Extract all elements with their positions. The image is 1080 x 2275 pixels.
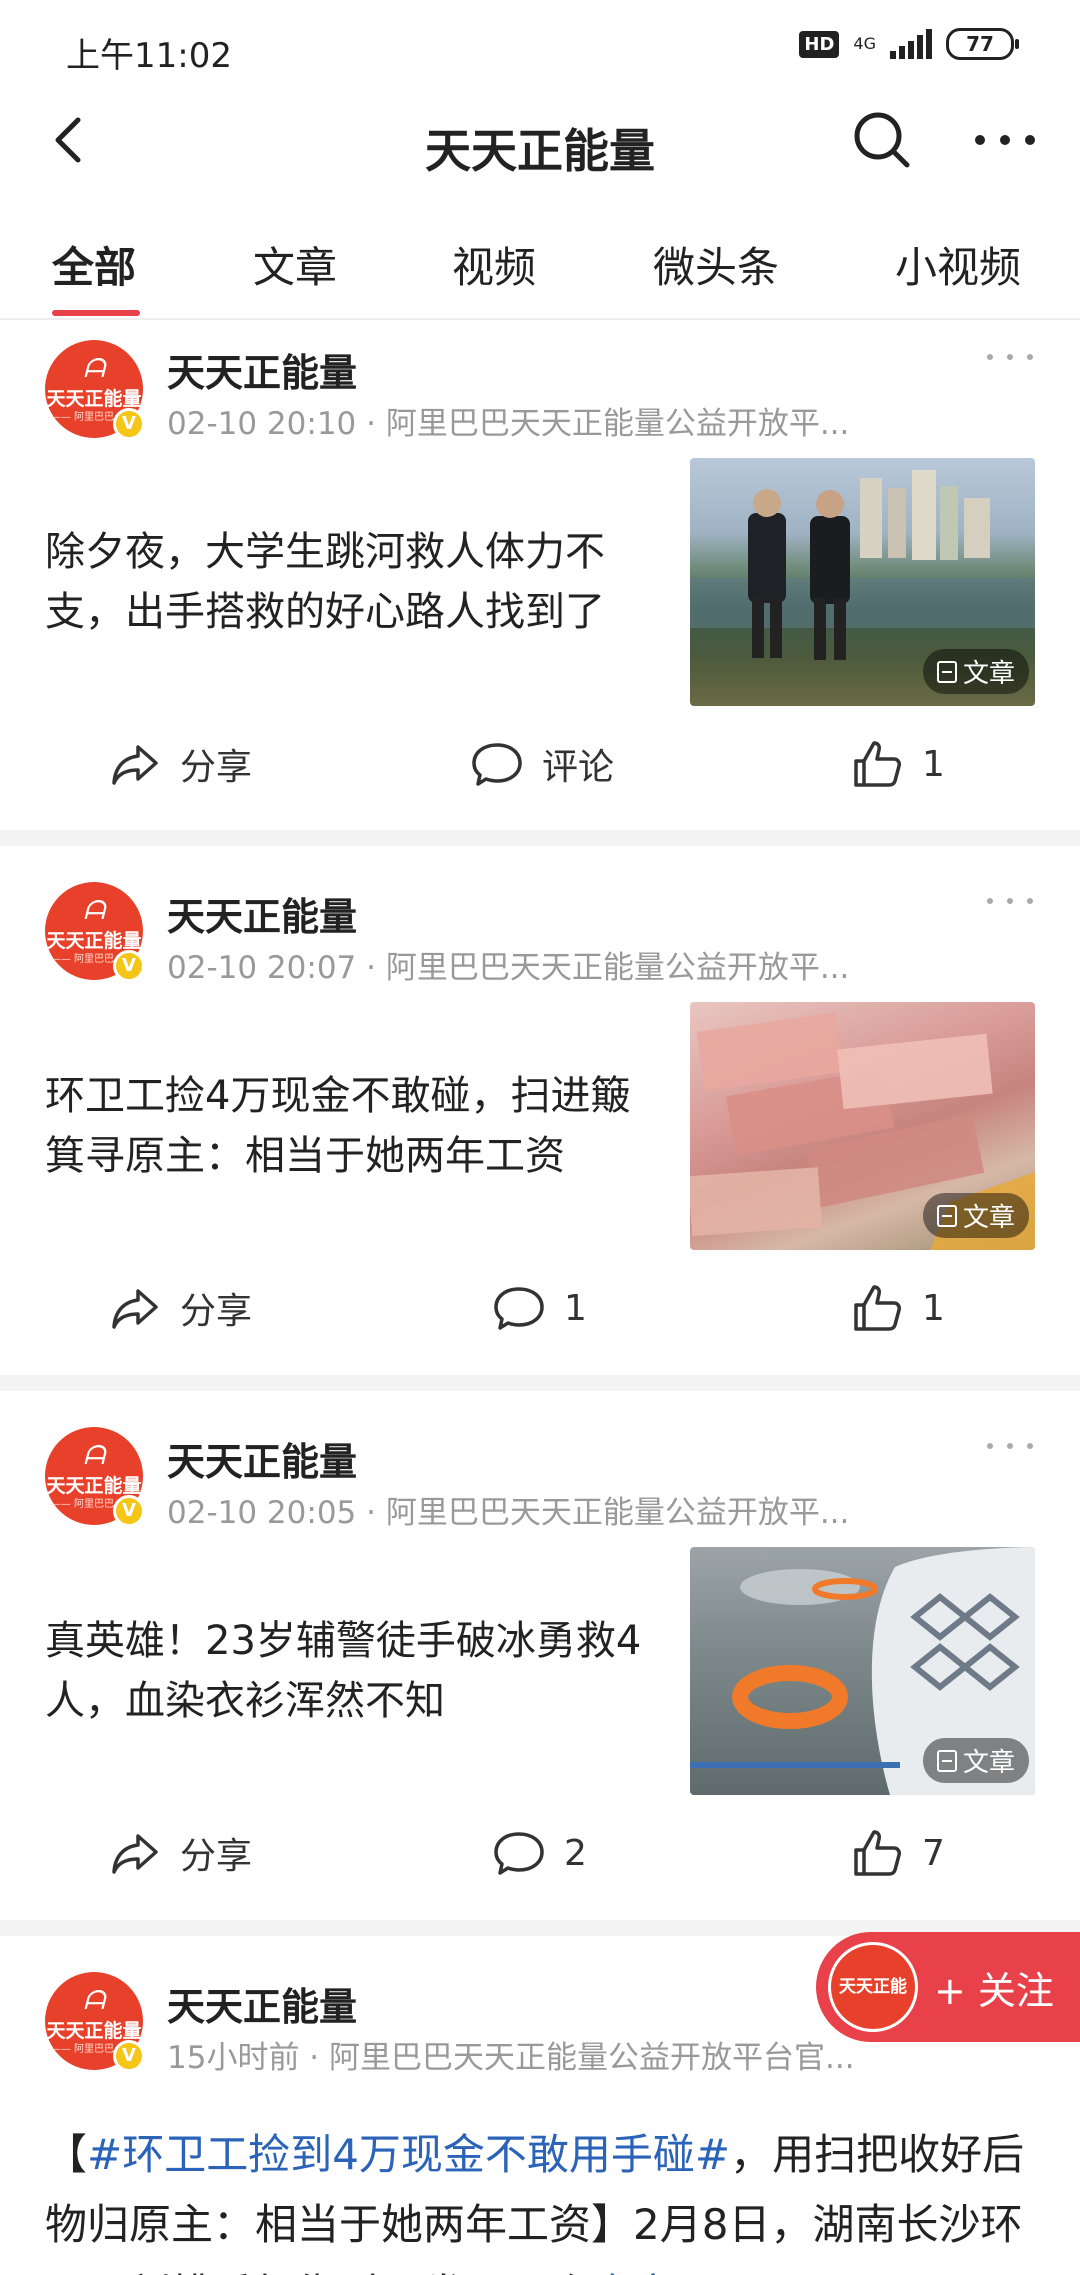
- author-name[interactable]: 天天正能量: [167, 886, 357, 941]
- micro-post-text[interactable]: 【#环卫工捡到4万现金不敢用手碰#，用扫把收好后物归原主：相当于她两年工资】2月…: [45, 2120, 1035, 2275]
- category-tabs: 全部 文章 视频 微头条 小视频: [0, 220, 1080, 320]
- more-options-button[interactable]: [970, 107, 1040, 173]
- article-thumbnail[interactable]: 文章: [690, 1547, 1035, 1795]
- article-headline[interactable]: 除夕夜，大学生跳河救人体力不支，出手搭救的好心路人找到了: [45, 522, 670, 642]
- card-more-button[interactable]: [980, 342, 1040, 372]
- card-divider: [0, 830, 1080, 846]
- more-dots-icon: [987, 354, 1033, 360]
- tab-short-videos[interactable]: 小视频: [895, 234, 1021, 295]
- hd-icon: HD: [799, 30, 840, 58]
- follow-label: + 关注: [934, 1969, 1054, 2013]
- article-type-tag: 文章: [922, 649, 1029, 694]
- active-tab-indicator: [52, 310, 140, 316]
- post-meta: 02-10 20:07 · 阿里巴巴天天正能量公益开放平...: [167, 950, 850, 986]
- status-bar: 上午11:02 HD 4G 77: [0, 0, 1080, 95]
- more-dots-icon: [987, 1443, 1033, 1449]
- like-button[interactable]: 1: [850, 724, 945, 804]
- verified-badge-icon: V: [113, 408, 145, 440]
- article-type-tag: 文章: [922, 1193, 1029, 1238]
- author-avatar[interactable]: ᗩ 天天正能量 —— 阿里巴巴 —— V: [45, 340, 145, 440]
- author-avatar[interactable]: ᗩ 天天正能量 —— 阿里巴巴 —— V: [45, 1972, 145, 2072]
- tab-videos[interactable]: 视频: [452, 234, 536, 295]
- document-icon: [936, 1204, 957, 1227]
- follow-button[interactable]: 天天正能量 + 关注: [816, 1932, 1080, 2081]
- article-headline[interactable]: 环卫工捡4万现金不敢碰，扫进簸箕寻原主：相当于她两年工资: [45, 1066, 670, 1186]
- verified-badge-icon: V: [113, 1495, 145, 1527]
- author-name[interactable]: 天天正能量: [167, 1976, 357, 2031]
- post-meta: 02-10 20:10 · 阿里巴巴天天正能量公益开放平...: [167, 406, 850, 442]
- article-thumbnail[interactable]: 文章: [690, 1002, 1035, 1250]
- document-icon: [936, 1749, 957, 1772]
- follow-avatar: 天天正能量: [828, 1942, 918, 2081]
- thumbs-up-icon: [854, 1830, 901, 1876]
- card-actions: 分享 评论 1: [0, 724, 1080, 804]
- share-icon: [112, 745, 158, 785]
- card-more-button[interactable]: [980, 886, 1040, 916]
- verified-badge-icon: V: [113, 2040, 145, 2072]
- document-icon: [936, 660, 957, 683]
- feed-card[interactable]: ᗩ 天天正能量 —— 阿里巴巴 —— V 天天正能量 02-10 20:05 ·…: [0, 1391, 1080, 1920]
- feed-card[interactable]: ᗩ 天天正能量 —— 阿里巴巴 —— V 天天正能量 02-10 20:10 ·…: [0, 322, 1080, 830]
- like-button[interactable]: 7: [850, 1813, 945, 1893]
- thumbs-up-icon: [854, 741, 901, 787]
- card-actions: 分享 1 1: [0, 1268, 1080, 1348]
- feed-card[interactable]: ᗩ 天天正能量 —— 阿里巴巴 —— V 天天正能量 02-10 20:07 ·…: [0, 846, 1080, 1375]
- back-button[interactable]: [40, 110, 100, 170]
- article-headline[interactable]: 真英雄！23岁辅警徒手破冰勇救4人，血染衣衫浑然不知: [45, 1611, 670, 1731]
- comment-icon: [494, 1832, 544, 1875]
- author-name[interactable]: 天天正能量: [167, 342, 357, 397]
- network-type-icon: 4G: [853, 34, 876, 53]
- hashtag-link[interactable]: #环卫工捡到4万现金不敢用手碰#: [87, 2130, 730, 2179]
- author-name[interactable]: 天天正能量: [167, 1431, 357, 1486]
- article-type-tag: 文章: [922, 1738, 1029, 1783]
- card-divider: [0, 1375, 1080, 1391]
- status-time: 上午11:02: [66, 36, 232, 76]
- status-icons: HD 4G 77: [799, 28, 1019, 60]
- author-avatar[interactable]: ᗩ 天天正能量 —— 阿里巴巴 —— V: [45, 882, 145, 982]
- post-meta: 15小时前 · 阿里巴巴天天正能量公益开放平台官...: [167, 2040, 855, 2076]
- tab-micro-headlines[interactable]: 微头条: [653, 234, 779, 295]
- verified-badge-icon: V: [113, 950, 145, 982]
- share-button[interactable]: 分享: [108, 724, 252, 804]
- author-avatar[interactable]: ᗩ 天天正能量 —— 阿里巴巴 —— V: [45, 1427, 145, 1527]
- share-icon: [112, 1289, 158, 1329]
- comment-icon: [472, 743, 522, 786]
- card-actions: 分享 2 7: [0, 1813, 1080, 1893]
- like-button[interactable]: 1: [850, 1268, 945, 1348]
- share-icon: [112, 1834, 158, 1874]
- more-dots-icon: [975, 135, 1035, 145]
- thumbs-up-icon: [854, 1285, 901, 1331]
- comment-button[interactable]: 1: [492, 1268, 587, 1348]
- share-button[interactable]: 分享: [108, 1813, 252, 1893]
- comment-icon: [494, 1287, 544, 1330]
- share-button[interactable]: 分享: [108, 1268, 252, 1348]
- post-meta: 02-10 20:05 · 阿里巴巴天天正能量公益开放平...: [167, 1495, 850, 1531]
- tab-articles[interactable]: 文章: [253, 234, 337, 295]
- chevron-left-icon: [55, 117, 81, 163]
- article-thumbnail[interactable]: 文章: [690, 458, 1035, 706]
- read-more-link[interactable]: 全文: [591, 2270, 675, 2275]
- comment-button[interactable]: 2: [492, 1813, 587, 1893]
- page-title: 天天正能量: [425, 124, 655, 178]
- app-header: 天天正能量: [0, 95, 1080, 190]
- tab-all[interactable]: 全部: [52, 234, 136, 295]
- signal-icon: [890, 29, 932, 59]
- battery-icon: 77: [946, 28, 1019, 60]
- more-dots-icon: [987, 898, 1033, 904]
- comment-button[interactable]: 评论: [470, 724, 614, 804]
- search-icon: [854, 112, 910, 168]
- card-more-button[interactable]: [980, 1431, 1040, 1461]
- search-button[interactable]: [849, 107, 915, 173]
